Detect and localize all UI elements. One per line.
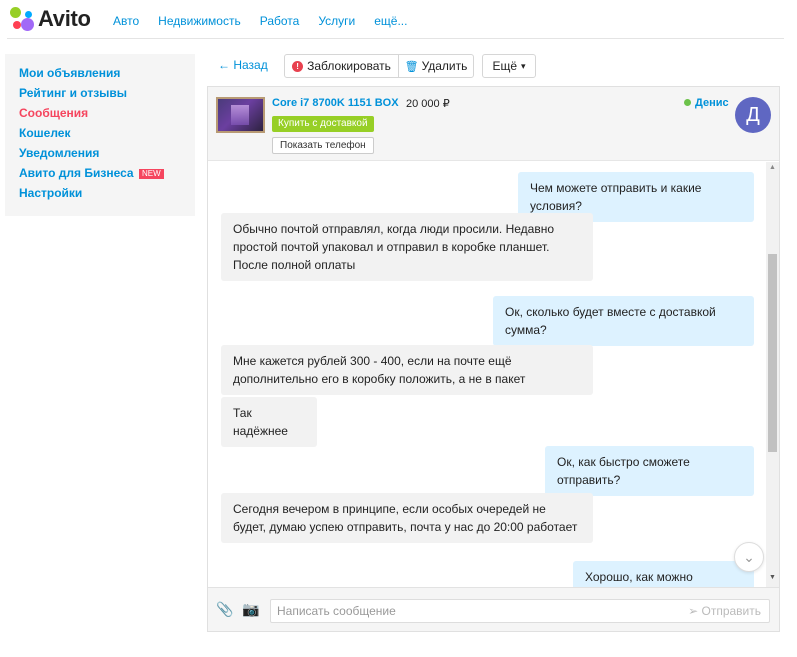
new-badge: NEW (138, 168, 164, 179)
header-divider (7, 38, 784, 39)
send-label: Отправить (701, 604, 761, 618)
message-scrollbar[interactable]: ▲ ▼ (766, 162, 779, 587)
scroll-up-arrow-icon[interactable]: ▲ (769, 164, 776, 171)
product-title[interactable]: Core i7 8700K 1151 BOX (272, 97, 399, 109)
sidebar-item-messages[interactable]: Сообщения (5, 105, 195, 125)
sidebar-item-wallet[interactable]: Кошелек (5, 125, 195, 145)
scroll-to-bottom-button[interactable]: ⌄ (734, 542, 764, 572)
message-incoming: Обычно почтой отправлял, когда люди прос… (221, 213, 593, 281)
message-outgoing: Ок, сколько будет вместе с доставкой сум… (493, 296, 754, 346)
delete-button[interactable]: 🗑 Удалить (398, 54, 474, 78)
sidebar-item-business-label: Авито для Бизнеса (19, 166, 134, 180)
chat-header: Core i7 8700K 1151 BOX 20 000 ₽ Купить с… (208, 87, 779, 161)
scrollbar-thumb[interactable] (768, 254, 777, 452)
message-incoming: Мне кажется рублей 300 - 400, если на по… (221, 345, 593, 395)
nav-realty[interactable]: Недвижимость (158, 14, 241, 28)
nav-more[interactable]: ещё... (374, 14, 407, 28)
send-icon: ➢ (688, 604, 699, 618)
show-phone-button[interactable]: Показать телефон (272, 137, 374, 154)
block-label: Заблокировать (307, 59, 391, 73)
avatar[interactable]: Д (735, 97, 771, 133)
buy-with-delivery-button[interactable]: Купить с доставкой (272, 116, 374, 132)
message-outgoing: Хорошо, как можно оплатить? (573, 561, 754, 587)
sidebar: Мои объявления Рейтинг и отзывы Сообщени… (5, 54, 195, 216)
sidebar-item-my-ads[interactable]: Мои объявления (5, 65, 195, 85)
message-incoming: Сегодня вечером в принципе, если особых … (221, 493, 593, 543)
chat-panel: Core i7 8700K 1151 BOX 20 000 ₽ Купить с… (207, 86, 780, 632)
interlocutor-name[interactable]: Денис (684, 97, 729, 109)
message-input[interactable] (271, 600, 671, 622)
delete-label: Удалить (421, 59, 468, 73)
trash-icon: 🗑 (404, 60, 419, 73)
message-input-wrapper: ➢ Отправить (270, 599, 770, 623)
avito-logo[interactable]: Avito (10, 6, 91, 32)
product-thumbnail[interactable] (216, 97, 265, 133)
site-header: Avito Авто Недвижимость Работа Услуги ещ… (0, 0, 797, 40)
chevron-down-icon: ⌄ (743, 549, 755, 565)
paperclip-icon[interactable]: 📎 (216, 601, 233, 618)
product-price: 20 000 ₽ (406, 98, 450, 110)
chevron-down-icon: ▾ (521, 60, 526, 71)
interlocutor-name-label: Денис (695, 97, 729, 109)
sidebar-item-notifications[interactable]: Уведомления (5, 145, 195, 165)
nav-jobs[interactable]: Работа (260, 14, 300, 28)
nav-auto[interactable]: Авто (113, 14, 139, 28)
message-outgoing: Ок, как быстро сможете отправить? (545, 446, 754, 496)
logo-text: Avito (38, 6, 91, 31)
online-status-icon (684, 99, 691, 106)
sidebar-item-business[interactable]: Авито для Бизнеса NEW (5, 165, 195, 185)
scroll-down-arrow-icon[interactable]: ▼ (769, 574, 776, 581)
sidebar-item-rating[interactable]: Рейтинг и отзывы (5, 85, 195, 105)
nav-services[interactable]: Услуги (318, 14, 355, 28)
block-button[interactable]: ! Заблокировать (284, 54, 399, 78)
more-label: Ещё (492, 59, 518, 73)
sidebar-item-settings[interactable]: Настройки (5, 185, 195, 205)
chat-toolbar: ← Назад ! Заблокировать 🗑 Удалить Ещё ▾ (208, 54, 768, 78)
stop-icon: ! (292, 60, 304, 72)
logo-icon (10, 7, 34, 31)
camera-icon[interactable]: 📷 (242, 601, 259, 618)
message-composer: 📎 📷 ➢ Отправить (208, 587, 779, 631)
send-button[interactable]: ➢ Отправить (688, 604, 761, 618)
message-list: Чем можете отправить и какие условия? Об… (208, 162, 766, 587)
back-link[interactable]: ← Назад (218, 58, 268, 72)
message-incoming: Так надёжнее (221, 397, 317, 447)
more-button[interactable]: Ещё ▾ (482, 54, 536, 78)
top-nav: Авто Недвижимость Работа Услуги ещё... (113, 14, 426, 28)
